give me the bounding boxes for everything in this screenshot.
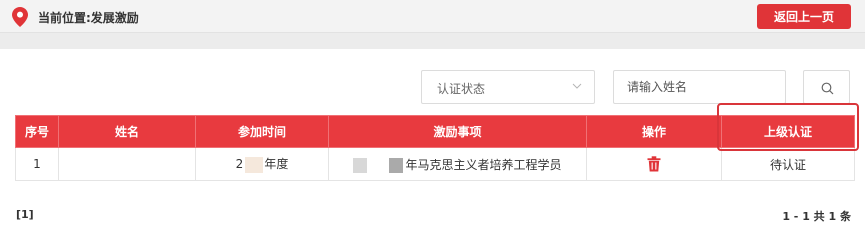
status-select-placeholder: 认证状态: [437, 82, 486, 96]
cell-index: 1: [15, 147, 59, 181]
header-date: 参加时间: [195, 115, 329, 148]
trash-icon[interactable]: [647, 156, 661, 172]
incentive-table: 序号 姓名 参加时间 激励事项 操作 上级认证 1 2 年度 年马克思主义者培养工…: [15, 115, 855, 181]
table-row: 1 2 年度 年马克思主义者培养工程学员 待认证: [15, 147, 855, 181]
cell-name: [58, 147, 196, 181]
name-search-input[interactable]: [613, 70, 786, 104]
cell-cert-status: 待认证: [721, 147, 855, 181]
cell-actions: [586, 147, 722, 181]
header-name: 姓名: [58, 115, 196, 148]
item-text: 年马克思主义者培养工程学员: [405, 157, 562, 172]
divider-band: [0, 33, 865, 49]
redacted-block: [353, 157, 368, 173]
status-select[interactable]: 认证状态: [421, 70, 595, 104]
header-index: 序号: [15, 115, 59, 148]
header-actions: 操作: [586, 115, 722, 148]
redacted-block: [389, 157, 404, 173]
chevron-down-icon: [572, 83, 582, 89]
location-pin-icon: [12, 7, 28, 27]
header-item: 激励事项: [328, 115, 587, 148]
cell-item: 年马克思主义者培养工程学员: [328, 147, 587, 181]
date-suffix: 年度: [264, 157, 289, 172]
pagination-summary: 1 - 1 共 1 条: [782, 210, 851, 223]
redacted-block: [245, 156, 264, 173]
search-icon: [821, 82, 834, 95]
pagination-pages[interactable]: [1]: [16, 208, 34, 221]
back-button[interactable]: 返回上一页: [757, 4, 851, 29]
table-header-row: 序号 姓名 参加时间 激励事项 操作 上级认证: [15, 115, 855, 148]
search-button[interactable]: [803, 70, 850, 104]
header-superior-cert: 上级认证: [721, 115, 855, 148]
top-bar: 当前位置:发展激励 返回上一页: [0, 0, 865, 33]
date-prefix: 2: [235, 157, 244, 172]
breadcrumb: 当前位置:发展激励: [38, 11, 139, 25]
cell-date: 2 年度: [195, 147, 329, 181]
